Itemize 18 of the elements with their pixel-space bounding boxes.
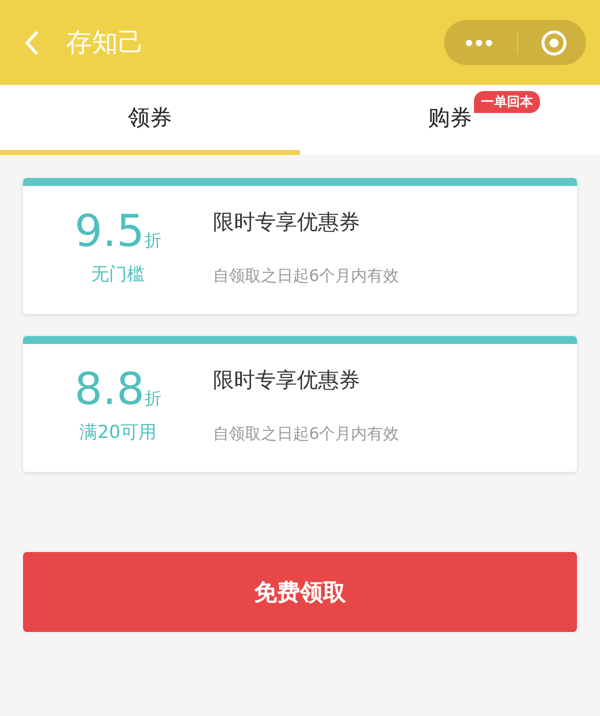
claim-button[interactable]: 免费领取 [23,552,577,632]
promo-badge: 一单回本 [474,90,540,112]
close-icon[interactable] [540,30,566,56]
coupon-validity: 自领取之日起6个月内有效 [213,266,400,287]
more-icon[interactable] [464,38,494,46]
coupon-validity: 自领取之日起6个月内有效 [213,424,400,445]
page-title: 存知己 [66,27,145,60]
discount-unit: 折 [144,388,162,410]
discount-value: 8.8 [74,364,144,416]
tab[interactable]: 领券 [0,85,300,155]
back-icon[interactable] [24,30,40,56]
coupon-title: 限时专享优惠券 [213,209,361,236]
discount-unit: 折 [144,230,162,252]
tab[interactable]: 购券 一单回本 [300,85,600,155]
coupon-condition: 无门槛 [91,263,145,286]
coupon-condition: 满20可用 [80,421,156,444]
discount-value: 9.5 [74,206,144,258]
coupon-title: 限时专享优惠券 [213,367,361,394]
